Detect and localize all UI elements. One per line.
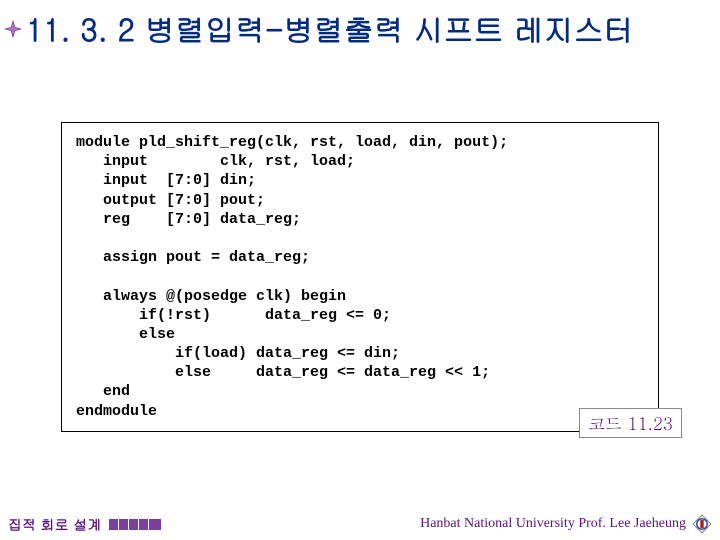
- code-line: else: [76, 326, 175, 343]
- heading-text: 11. 3. 2 병렬입력-병렬출력 시프트 레지스터: [26, 8, 634, 50]
- slide-footer: 집적 회로 설계 Hanbat National University Prof…: [0, 514, 720, 534]
- code-line: input clk, rst, load;: [76, 153, 355, 170]
- code-line: else data_reg <= data_reg << 1;: [76, 364, 490, 381]
- footer-bar-icon: [109, 519, 161, 530]
- footer-right: Hanbat National University Prof. Lee Jae…: [420, 514, 712, 534]
- code-line: output [7:0] pout;: [76, 192, 265, 209]
- footer-left-text: 집적 회로 설계: [8, 514, 101, 534]
- code-line: input [7:0] din;: [76, 172, 256, 189]
- code-line: endmodule: [76, 403, 157, 420]
- code-line: end: [76, 383, 130, 400]
- sparkle-icon: [4, 20, 22, 38]
- code-line: reg [7:0] data_reg;: [76, 211, 301, 228]
- code-line: assign pout = data_reg;: [76, 249, 310, 266]
- code-block: module pld_shift_reg(clk, rst, load, din…: [61, 122, 659, 432]
- code-line: if(load) data_reg <= din;: [76, 345, 400, 362]
- footer-credit-text: Hanbat National University Prof. Lee Jae…: [420, 516, 686, 532]
- code-line: module pld_shift_reg(clk, rst, load, din…: [76, 134, 508, 151]
- university-logo-icon: [692, 514, 712, 534]
- code-line: always @(posedge clk) begin: [76, 288, 346, 305]
- code-label: 코드 11.23: [579, 408, 682, 438]
- slide-heading: 11. 3. 2 병렬입력-병렬출력 시프트 레지스터: [0, 0, 720, 50]
- code-line: if(!rst) data_reg <= 0;: [76, 307, 391, 324]
- footer-left: 집적 회로 설계: [8, 514, 161, 534]
